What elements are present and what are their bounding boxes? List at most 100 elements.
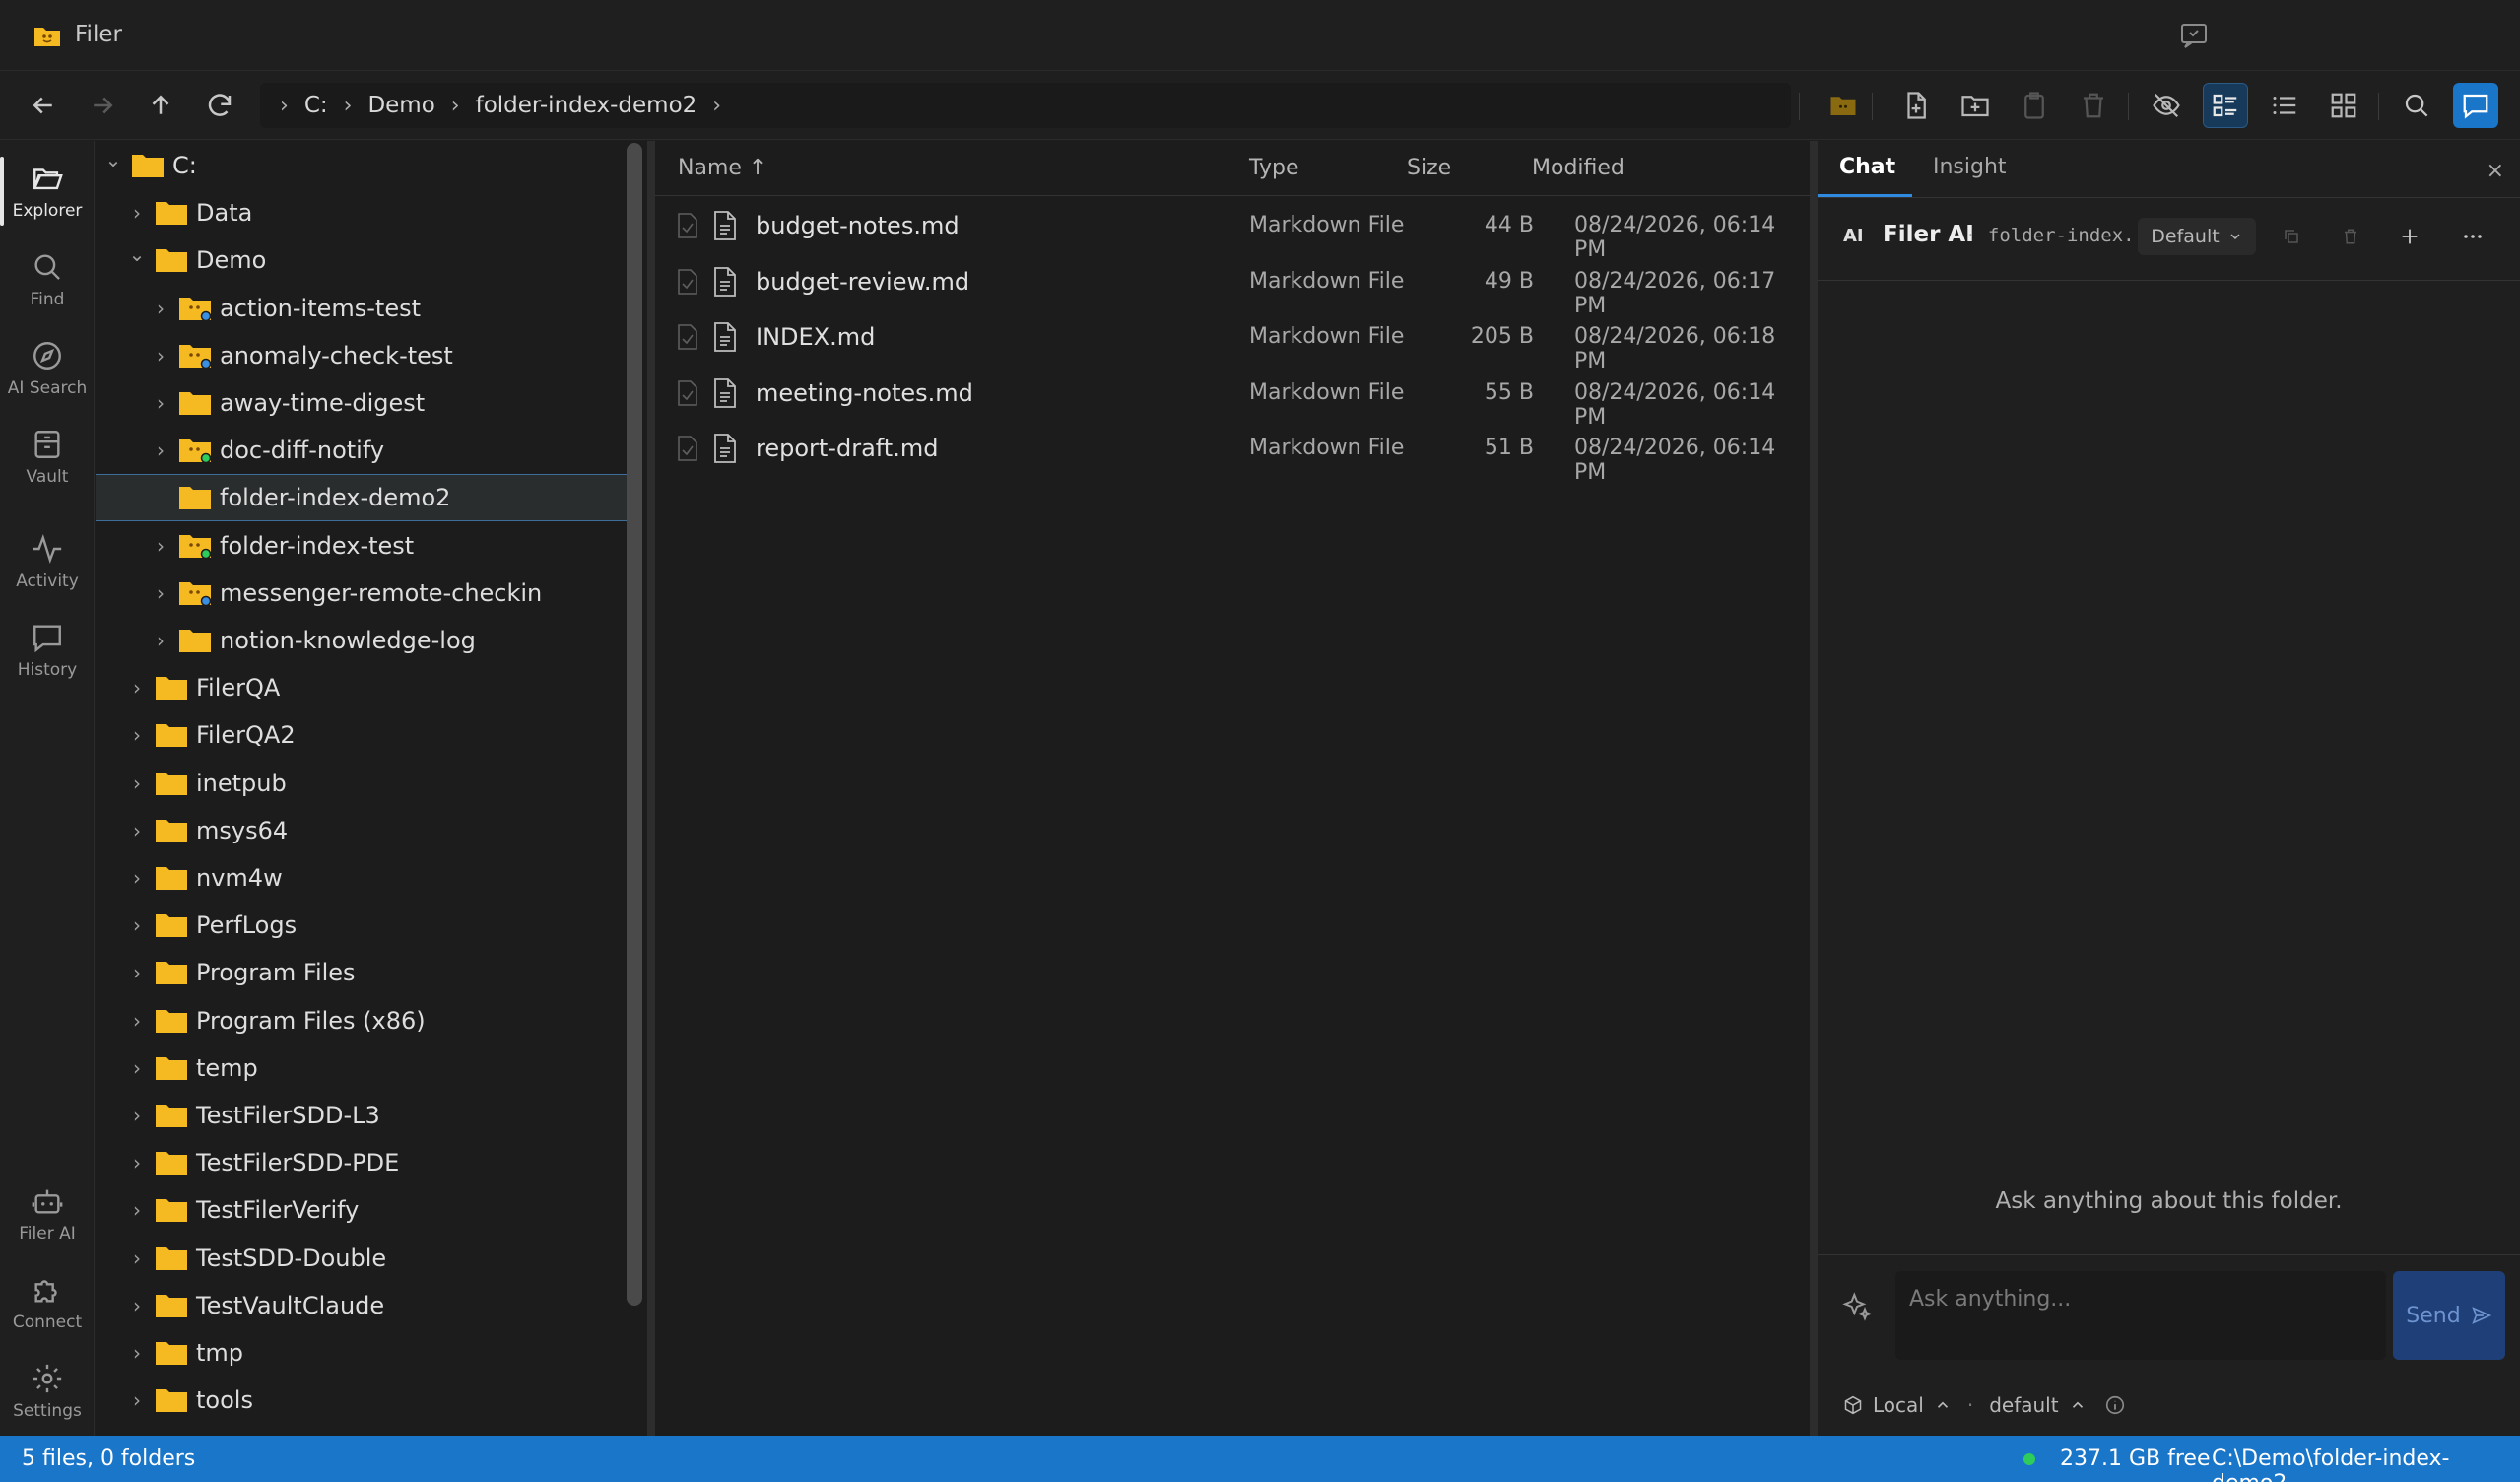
rail-activity[interactable]: Activity <box>0 519 95 604</box>
tree-item[interactable]: ⌄ C: <box>96 142 628 189</box>
new-folder-button[interactable] <box>1953 83 1998 128</box>
table-row[interactable]: budget-review.md Markdown File 49 B 08/24/2… <box>655 254 1810 318</box>
list-view-button[interactable] <box>2262 83 2307 128</box>
chevron-right-icon[interactable]: › <box>125 866 149 890</box>
chevron-right-icon[interactable]: › <box>149 534 172 558</box>
tree-item[interactable]: › action-items-test <box>96 285 628 332</box>
chevron-right-icon[interactable]: › <box>125 772 149 795</box>
tree-item[interactable]: › tools <box>96 1377 628 1424</box>
breadcrumb[interactable]: › C: › Demo › folder-index-demo2 › <box>260 83 1791 128</box>
chevron-right-icon[interactable]: › <box>149 344 172 368</box>
chevron-right-icon[interactable]: › <box>125 201 149 225</box>
chat-input[interactable]: Ask anything... <box>1895 1271 2386 1360</box>
copy-chat-button[interactable] <box>2277 222 2306 251</box>
chevron-right-icon[interactable]: › <box>125 1294 149 1317</box>
pane-splitter[interactable] <box>647 141 655 1436</box>
chevron-up-icon[interactable] <box>1934 1396 1952 1414</box>
open-folder-button[interactable] <box>1821 83 1866 128</box>
chevron-right-icon[interactable]: › <box>125 1056 149 1080</box>
back-button[interactable] <box>21 83 66 128</box>
tree-item[interactable]: folder-index-demo2 <box>96 474 628 522</box>
tree-item[interactable]: › FilerQA <box>96 664 628 711</box>
tree-item[interactable]: › anomaly-check-test <box>96 332 628 379</box>
column-type[interactable]: Type <box>1249 156 1299 180</box>
chevron-down-icon[interactable]: ⌄ <box>125 242 149 266</box>
tree-item[interactable]: › doc-diff-notify <box>96 427 628 474</box>
tree-item[interactable]: › messenger-remote-checkin <box>96 570 628 617</box>
table-row[interactable]: budget-notes.md Markdown File 44 B 08/24/20… <box>655 198 1810 262</box>
rail-ai-search[interactable]: AI Search <box>0 326 95 411</box>
model-profile[interactable]: default <box>1989 1393 2058 1417</box>
tab-insight[interactable]: Insight <box>1933 155 2007 179</box>
tree-item[interactable]: › away-time-digest <box>96 379 628 427</box>
chevron-right-icon[interactable]: › <box>125 1341 149 1365</box>
delete-button[interactable] <box>2071 83 2116 128</box>
info-icon[interactable] <box>2104 1394 2126 1416</box>
table-row[interactable]: meeting-notes.md Markdown File 55 B 08/24/2… <box>655 366 1810 430</box>
chevron-right-icon[interactable]: › <box>125 676 149 700</box>
chat-toggle-button[interactable] <box>2453 83 2498 128</box>
grid-view-button[interactable] <box>2321 83 2366 128</box>
chevron-right-icon[interactable]: › <box>149 438 172 462</box>
rail-filer-ai[interactable]: Filer AI <box>0 1172 95 1256</box>
new-file-button[interactable] <box>1893 83 1939 128</box>
tree-item[interactable]: › Data <box>96 189 628 236</box>
chevron-right-icon[interactable]: › <box>125 913 149 937</box>
tab-chat[interactable]: Chat <box>1839 155 1895 179</box>
tree-item[interactable]: › TestFilerSDD-PDE <box>96 1139 628 1186</box>
chevron-right-icon[interactable]: › <box>125 1246 149 1270</box>
clear-chat-button[interactable] <box>2336 222 2365 251</box>
search-button[interactable] <box>2394 83 2439 128</box>
chevron-right-icon[interactable]: › <box>149 391 172 415</box>
column-modified[interactable]: Modified <box>1532 156 1625 180</box>
breadcrumb-item[interactable]: Demo <box>367 93 434 118</box>
column-size[interactable]: Size <box>1407 156 1451 180</box>
chevron-right-icon[interactable]: › <box>149 629 172 652</box>
refresh-button[interactable] <box>197 83 242 128</box>
toggle-hidden-button[interactable] <box>2144 83 2189 128</box>
tree-item[interactable]: › FilerQA2 <box>96 711 628 759</box>
tree-item[interactable]: › TestFilerVerify <box>96 1186 628 1234</box>
chevron-right-icon[interactable]: › <box>125 819 149 842</box>
column-name[interactable]: Name ↑ <box>678 156 766 180</box>
pane-splitter[interactable] <box>1810 141 1818 1436</box>
rail-explorer[interactable]: Explorer <box>0 149 95 234</box>
tree-item[interactable]: › Program Files <box>96 949 628 996</box>
breadcrumb-item[interactable]: folder-index-demo2 <box>476 93 697 118</box>
tree-item[interactable]: › temp <box>96 1044 628 1092</box>
forward-button[interactable] <box>80 83 125 128</box>
tree-item[interactable]: › inetpub <box>96 760 628 807</box>
rail-history[interactable]: History <box>0 608 95 693</box>
tree-item[interactable]: › TestVaultClaude <box>96 1282 628 1329</box>
tree-item[interactable]: › msys64 <box>96 807 628 854</box>
tree-item[interactable]: › tmp <box>96 1329 628 1377</box>
chevron-right-icon[interactable]: › <box>125 1151 149 1175</box>
paste-button[interactable] <box>2012 83 2057 128</box>
sparkle-icon[interactable] <box>1841 1291 1873 1322</box>
chevron-right-icon[interactable]: › <box>125 1198 149 1222</box>
rail-find[interactable]: Find <box>0 237 95 322</box>
feedback-icon[interactable] <box>2179 22 2209 49</box>
up-button[interactable] <box>138 83 183 128</box>
tree-item[interactable]: › notion-knowledge-log <box>96 617 628 664</box>
chevron-right-icon[interactable]: › <box>125 1009 149 1033</box>
rail-vault[interactable]: Vault <box>0 415 95 500</box>
profile-select[interactable]: Default <box>2138 218 2256 255</box>
tree-item[interactable]: › Program Files (x86) <box>96 997 628 1044</box>
tree-item[interactable]: › nvm4w <box>96 854 628 902</box>
chevron-right-icon[interactable]: › <box>149 297 172 320</box>
chevron-right-icon[interactable]: › <box>149 581 172 605</box>
table-row[interactable]: INDEX.md Markdown File 205 B 08/24/2026, 06… <box>655 309 1810 373</box>
tree-item[interactable]: › PerfLogs <box>96 902 628 949</box>
send-button[interactable]: Send <box>2393 1271 2505 1360</box>
tree-item[interactable]: › TestFilerSDD-L3 <box>96 1092 628 1139</box>
tree-item[interactable]: › TestSDD-Double <box>96 1235 628 1282</box>
chevron-right-icon[interactable]: › <box>125 961 149 984</box>
breadcrumb-item[interactable]: C: <box>304 93 328 118</box>
model-mode[interactable]: Local <box>1873 1393 1924 1417</box>
chevron-down-icon[interactable]: ⌄ <box>101 148 125 171</box>
new-chat-button[interactable] <box>2395 222 2424 251</box>
chevron-up-icon[interactable] <box>2069 1396 2087 1414</box>
table-row[interactable]: report-draft.md Markdown File 51 B 08/24/20… <box>655 421 1810 485</box>
chevron-right-icon[interactable]: › <box>125 723 149 747</box>
